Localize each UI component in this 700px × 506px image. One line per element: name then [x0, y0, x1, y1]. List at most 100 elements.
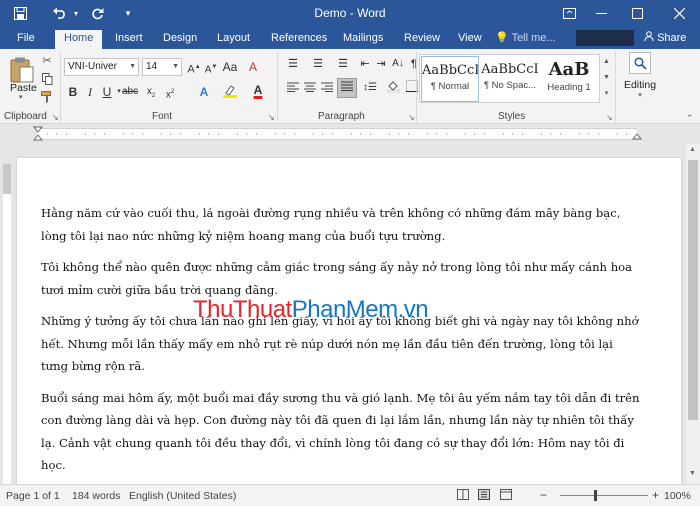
- ruler-margin: [3, 164, 11, 194]
- clear-formatting-icon[interactable]: A: [245, 59, 261, 75]
- paragraph[interactable]: Hằng năm cứ vào cuối thu, lá ngoài đường…: [41, 202, 641, 247]
- document-area[interactable]: Hằng năm cứ vào cuối thu, lá ngoài đường…: [14, 144, 686, 484]
- read-mode-icon[interactable]: [457, 489, 469, 503]
- style-normal[interactable]: AaBbCcI ¶ Normal: [421, 56, 479, 102]
- maximize-icon[interactable]: [622, 0, 652, 27]
- superscript-icon[interactable]: x2: [162, 84, 178, 100]
- tab-mailings[interactable]: Mailings: [343, 30, 383, 49]
- tab-home[interactable]: Home: [55, 30, 103, 49]
- close-icon[interactable]: [664, 0, 694, 27]
- zoom-level[interactable]: 100%: [664, 490, 691, 502]
- collapse-ribbon-icon[interactable]: ⌃: [686, 113, 694, 124]
- word-count[interactable]: 184 words: [72, 490, 120, 502]
- editing-label: Editing: [623, 79, 657, 91]
- zoom-in-button[interactable]: +: [652, 488, 659, 502]
- web-layout-icon[interactable]: [500, 489, 512, 503]
- paste-label[interactable]: Paste: [10, 82, 37, 94]
- italic-icon[interactable]: I: [82, 84, 98, 100]
- paste-dropdown-icon[interactable]: ▾: [19, 93, 23, 101]
- bullets-icon[interactable]: ☰: [285, 56, 301, 72]
- shrink-font-icon[interactable]: A▼: [203, 59, 219, 75]
- decrease-indent-icon[interactable]: ⇤: [357, 56, 373, 72]
- ribbon-tab-bar: File Home Insert Design Layout Reference…: [0, 27, 700, 49]
- minimize-icon[interactable]: [586, 0, 616, 27]
- tab-file[interactable]: File: [17, 30, 35, 49]
- cut-icon[interactable]: ✂: [39, 52, 55, 68]
- tab-layout[interactable]: Layout: [217, 30, 250, 49]
- shading-icon[interactable]: [385, 80, 401, 96]
- vertical-scrollbar[interactable]: ▲ ▼: [686, 144, 700, 484]
- vertical-ruler[interactable]: [0, 144, 14, 484]
- scroll-up-icon[interactable]: ▲: [689, 146, 696, 153]
- numbering-icon[interactable]: ☰: [310, 56, 326, 72]
- style-no-spacing[interactable]: AaBbCcI ¶ No Spac...: [481, 56, 539, 102]
- change-case-icon[interactable]: Aa: [222, 59, 238, 75]
- clipboard-group-label: Clipboard: [4, 111, 47, 122]
- align-left-icon[interactable]: [285, 80, 301, 96]
- person-icon: [644, 31, 657, 44]
- bold-icon[interactable]: B: [65, 84, 81, 100]
- share-button[interactable]: Share: [644, 30, 686, 47]
- indent-marker-icon[interactable]: [33, 126, 43, 142]
- account-box[interactable]: [576, 30, 634, 46]
- paste-icon[interactable]: [9, 56, 35, 84]
- format-painter-icon[interactable]: [39, 89, 55, 105]
- tab-insert[interactable]: Insert: [115, 30, 143, 49]
- status-bar: Page 1 of 1 184 words English (United St…: [0, 484, 700, 506]
- tell-me-box[interactable]: 💡 Tell me...: [495, 30, 556, 47]
- print-layout-icon[interactable]: [478, 489, 490, 503]
- increase-indent-icon[interactable]: ⇥: [373, 56, 389, 72]
- styles-scroll[interactable]: ▲ ▼ ▾: [601, 54, 612, 103]
- copy-icon[interactable]: [39, 71, 55, 87]
- grow-font-icon[interactable]: A▲: [186, 59, 202, 76]
- font-color-icon[interactable]: A: [250, 82, 266, 98]
- tab-design[interactable]: Design: [163, 30, 197, 49]
- zoom-slider-track[interactable]: [560, 495, 648, 496]
- style-preview: AaBbCcI: [481, 62, 539, 77]
- editing-group[interactable]: Editing ▾: [619, 52, 661, 99]
- paragraph[interactable]: Tôi không thể nào quên được những cảm gi…: [41, 256, 641, 301]
- tab-view[interactable]: View: [458, 30, 482, 49]
- strikethrough-icon[interactable]: abc: [122, 84, 138, 100]
- document-body[interactable]: Hằng năm cứ vào cuối thu, lá ngoài đường…: [41, 202, 641, 484]
- text-effects-icon[interactable]: A: [196, 84, 212, 100]
- styles-launcher-icon[interactable]: ↘: [606, 113, 613, 122]
- line-spacing-icon[interactable]: ↕☰: [362, 80, 378, 96]
- font-size-dropdown[interactable]: 14 ▼: [142, 58, 182, 76]
- language[interactable]: English (United States): [129, 490, 236, 502]
- borders-icon[interactable]: [404, 80, 420, 96]
- group-divider: [416, 52, 417, 122]
- scroll-down-icon[interactable]: ▼: [689, 470, 696, 477]
- paragraph-launcher-icon[interactable]: ↘: [408, 113, 415, 122]
- highlight-icon[interactable]: [222, 84, 238, 100]
- tab-references[interactable]: References: [271, 30, 327, 49]
- document-page[interactable]: Hằng năm cứ vào cuối thu, lá ngoài đường…: [17, 158, 681, 484]
- font-name-value: VNI-Univer: [68, 61, 117, 72]
- horizontal-ruler[interactable]: [0, 124, 700, 144]
- ribbon-display-icon[interactable]: [554, 0, 584, 27]
- zoom-slider-thumb[interactable]: [594, 490, 597, 501]
- font-name-dropdown[interactable]: VNI-Univer ▼: [64, 58, 139, 76]
- multilevel-list-icon[interactable]: ☰: [335, 56, 351, 72]
- align-center-icon[interactable]: [302, 80, 318, 96]
- scroll-up-icon[interactable]: ▲: [601, 54, 612, 70]
- more-styles-icon[interactable]: ▾: [601, 86, 612, 102]
- justify-icon[interactable]: [337, 78, 357, 98]
- zoom-out-button[interactable]: −: [540, 488, 547, 502]
- scroll-thumb[interactable]: [688, 160, 698, 420]
- subscript-icon[interactable]: x2: [143, 84, 159, 100]
- font-group-label: Font: [152, 111, 173, 122]
- page-count[interactable]: Page 1 of 1: [6, 490, 60, 502]
- sort-icon[interactable]: A↓: [390, 56, 406, 72]
- align-right-icon[interactable]: [319, 80, 335, 96]
- style-heading-1[interactable]: AaB Heading 1: [540, 56, 598, 102]
- scroll-down-icon[interactable]: ▼: [601, 70, 612, 86]
- right-indent-marker-icon[interactable]: [632, 133, 642, 141]
- clipboard-launcher-icon[interactable]: ↘: [52, 113, 59, 122]
- ruler-area: [3, 194, 11, 484]
- font-launcher-icon[interactable]: ↘: [268, 113, 275, 122]
- paragraph[interactable]: Buổi sáng mai hôm ấy, một buổi mai đầy s…: [41, 387, 641, 477]
- style-preview: AaB: [548, 59, 590, 80]
- search-icon: [629, 52, 651, 74]
- tab-review[interactable]: Review: [404, 30, 440, 49]
